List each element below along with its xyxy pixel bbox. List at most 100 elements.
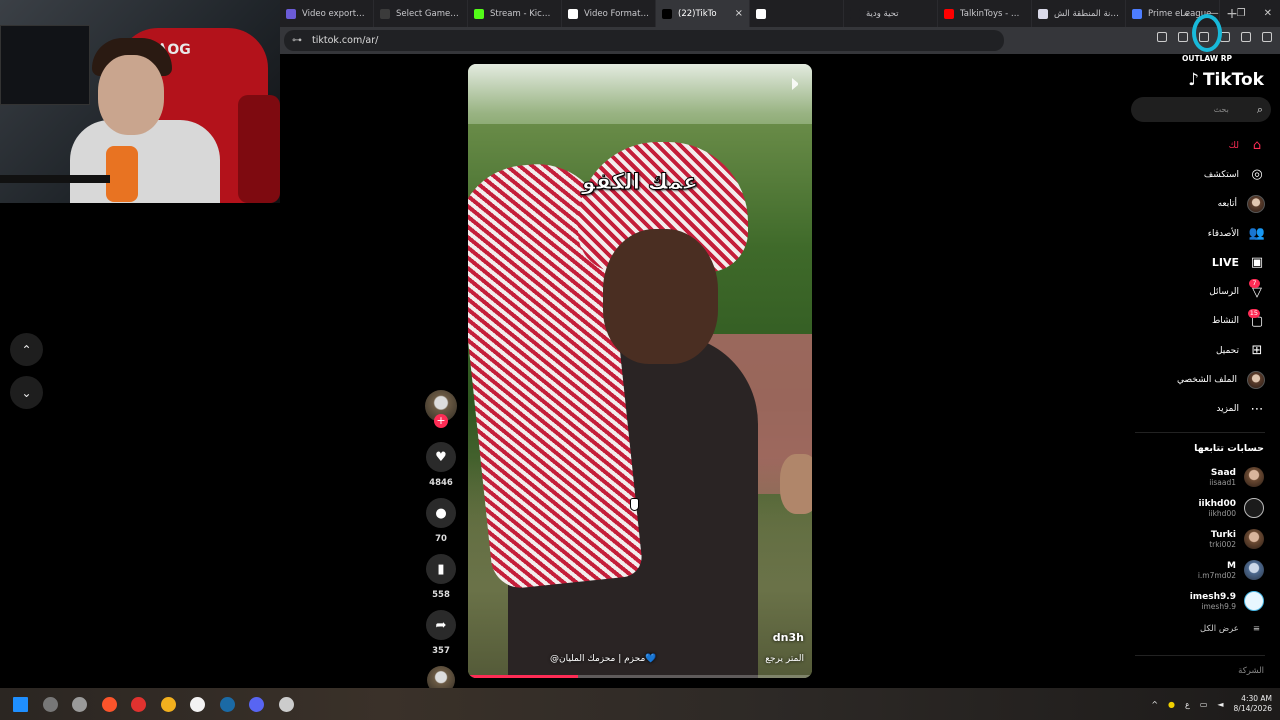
- following-accounts-heading: حسابات تتابعها: [1194, 443, 1264, 454]
- site-info-icon[interactable]: ⊶: [292, 35, 302, 46]
- sidebar-item[interactable]: المزيد ⋯: [1125, 395, 1265, 424]
- sidebar-item[interactable]: الأصدقاء 👥: [1125, 219, 1265, 248]
- video-music[interactable]: المتر يرجع: [765, 654, 804, 664]
- app-steelseries-icon[interactable]: [183, 688, 213, 720]
- sidebar-item[interactable]: لك ⌂: [1125, 131, 1265, 160]
- app-steam-icon[interactable]: [213, 688, 243, 720]
- sidebar-item[interactable]: النشاط ▢ 15: [1125, 307, 1265, 336]
- video-person-head: [603, 229, 718, 364]
- following-account[interactable]: imesh9.9 imesh9.9: [1124, 587, 1264, 615]
- mic-tray-icon[interactable]: ●: [1168, 700, 1175, 709]
- app-discord-glyph: [249, 696, 265, 712]
- search-input[interactable]: بحث ⌕: [1131, 97, 1271, 122]
- video-progress-bar[interactable]: [468, 675, 812, 678]
- clock[interactable]: 4:30 AM 8/14/2026: [1234, 694, 1272, 714]
- background-monitor: [0, 25, 90, 105]
- tab-title: Stream - Kick Da: [490, 8, 555, 19]
- sidebar-divider: [1135, 432, 1265, 433]
- browser-tab[interactable]: Video Format Sh: [562, 0, 656, 27]
- close-window-button[interactable]: ✕: [1264, 8, 1272, 19]
- account-names: iikhd00 iikhd00: [1198, 499, 1236, 518]
- tray-overflow-icon[interactable]: ^: [1151, 700, 1158, 709]
- follow-plus-icon[interactable]: +: [434, 414, 448, 428]
- app-steam-glyph: [219, 696, 235, 712]
- share-button[interactable]: ➦: [426, 610, 456, 640]
- account-display-name: imesh9.9: [1189, 591, 1236, 602]
- app-brave-icon[interactable]: [95, 688, 125, 720]
- video-progress-fill: [468, 675, 579, 678]
- tab-favicon-icon: [944, 8, 954, 19]
- comment-button[interactable]: ●: [426, 498, 456, 528]
- video-author[interactable]: dn3h: [773, 631, 804, 644]
- following-account[interactable]: iikhd00 iikhd00: [1124, 494, 1264, 522]
- sidebar-item-label: LIVE: [1211, 256, 1239, 270]
- app-discord-icon[interactable]: [242, 688, 272, 720]
- save-button[interactable]: ▮: [426, 554, 456, 584]
- app-speed-glyph: [72, 696, 88, 712]
- app-adobe-icon[interactable]: [124, 688, 154, 720]
- search-icon[interactable]: ⌕: [1257, 103, 1263, 117]
- browser-tab[interactable]: Video exported |: [280, 0, 374, 27]
- browser-tab[interactable]: TalkinToys - Befo: [938, 0, 1032, 27]
- browser-tab[interactable]: Select Game - O: [374, 0, 468, 27]
- author-avatar[interactable]: +: [425, 390, 457, 428]
- mouse-cursor: [630, 498, 639, 511]
- tab-title: Select Game - O: [396, 8, 461, 19]
- profile-avatar-icon: [1247, 371, 1265, 390]
- volume-icon[interactable]: [792, 78, 802, 90]
- browser-tab[interactable]: تحية ودية: [844, 0, 938, 27]
- maximize-button[interactable]: ❐: [1237, 8, 1246, 19]
- app-feather-glyph: [160, 696, 176, 712]
- sidebar-item[interactable]: أتابعه: [1125, 190, 1265, 219]
- tab-title: تحية ودية: [866, 8, 899, 19]
- following-account[interactable]: Mi.m7md02: [1124, 556, 1264, 584]
- see-all-link[interactable]: عرض الكل ≡: [1200, 624, 1260, 634]
- screen: ᎪOG Video exported | Select Game - O Strea…: [0, 0, 1280, 720]
- friends-icon: 👥: [1248, 226, 1266, 242]
- app-steelseries-glyph: [190, 696, 206, 712]
- sidebar-item[interactable]: تحميل ⊞: [1125, 336, 1265, 365]
- company-link[interactable]: الشركة: [1238, 666, 1264, 676]
- sidebar-item[interactable]: LIVE ▣: [1125, 248, 1265, 277]
- sidebar-divider-2: [1135, 655, 1265, 656]
- extensions-icon[interactable]: [1157, 32, 1167, 42]
- app-settings-icon[interactable]: [272, 688, 302, 720]
- account-avatar: [1244, 591, 1264, 611]
- account-display-name: Saad: [1210, 467, 1236, 478]
- network-icon[interactable]: ▭: [1200, 700, 1208, 709]
- sidebar-item[interactable]: استكشف ◎: [1125, 160, 1265, 189]
- volume-tray-icon[interactable]: ◄: [1217, 700, 1223, 709]
- account-names: Mi.m7md02: [1198, 561, 1236, 580]
- browser-tab[interactable]: Stream - Kick Da: [468, 0, 562, 27]
- like-button[interactable]: ♥: [426, 442, 456, 472]
- sidebar-item[interactable]: الرسائل ▽ 7: [1125, 277, 1265, 306]
- tiktok-wordmark: TikTok: [1202, 70, 1264, 90]
- next-video-button[interactable]: ⌄: [10, 376, 43, 409]
- url-field[interactable]: ⊶ tiktok.com/ar/: [284, 30, 1004, 51]
- tiktok-logo[interactable]: ♪ TikTok: [1188, 70, 1264, 90]
- app-feather-icon[interactable]: [154, 688, 184, 720]
- app-chrome-like-icon[interactable]: [36, 688, 66, 720]
- previous-video-button[interactable]: ⌃: [10, 333, 43, 366]
- tab-favicon-icon: [286, 8, 296, 19]
- account-avatar: [1244, 560, 1264, 580]
- app-speed-icon[interactable]: [65, 688, 95, 720]
- browser-tab[interactable]: أمانة المنطقة الش: [1032, 0, 1126, 27]
- sidebar-item-label: الملف الشخصي: [1177, 375, 1237, 386]
- browser-tab[interactable]: [750, 0, 844, 27]
- language-indicator[interactable]: ع: [1185, 700, 1190, 709]
- shield-icon[interactable]: [1241, 32, 1251, 42]
- sidebar-item[interactable]: الملف الشخصي: [1125, 365, 1265, 394]
- share-arrow-icon: ➦: [435, 617, 447, 633]
- video-player[interactable]: عمك الكفو dn3h @محزم | محزمك المليان💙 ال…: [468, 64, 812, 678]
- account-names: Saad iisaad1: [1209, 468, 1236, 487]
- following-account[interactable]: Turki trki002: [1124, 525, 1264, 553]
- following-account[interactable]: Saad iisaad1: [1124, 463, 1264, 491]
- mic-arm: [0, 175, 110, 183]
- close-tab-icon[interactable]: ×: [735, 8, 743, 19]
- sidebar-item-label: أتابعه: [1217, 199, 1237, 210]
- browser-tab[interactable]: (22)TikTo ×: [656, 0, 750, 27]
- video-description[interactable]: @محزم | محزمك المليان💙: [550, 654, 657, 664]
- windows-start-icon[interactable]: [6, 688, 36, 720]
- menu-icon[interactable]: [1262, 32, 1272, 42]
